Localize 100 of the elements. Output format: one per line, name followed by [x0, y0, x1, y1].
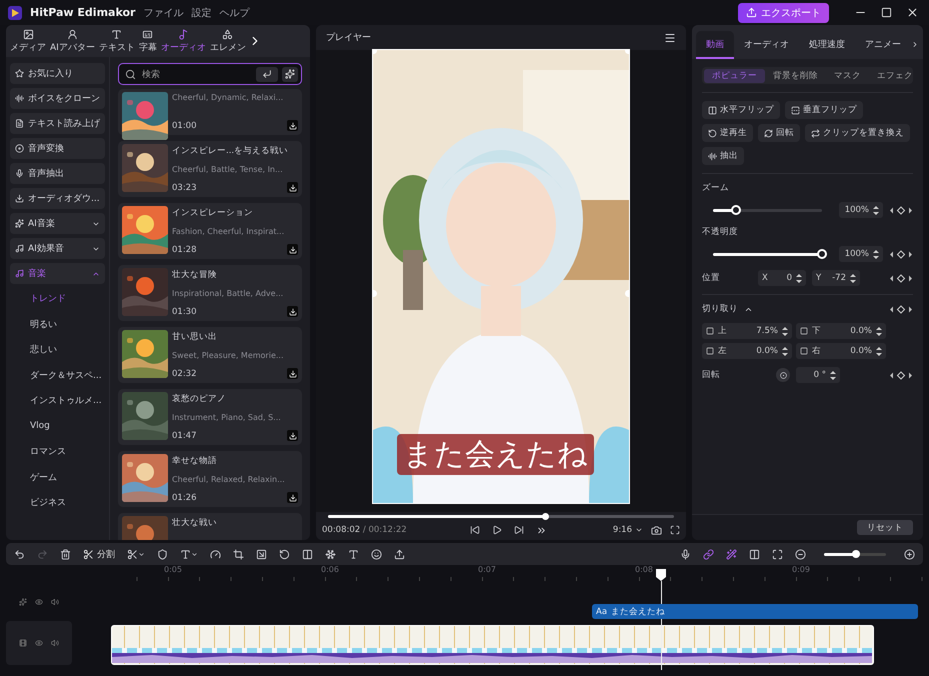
- category-item[interactable]: AI音楽: [10, 213, 105, 234]
- eye-icon[interactable]: [35, 639, 43, 647]
- music-card[interactable]: インスピレー...を与える戦い Cheerful, Battle, Tense, In... 03:23: [118, 141, 302, 197]
- previous-frame-icon[interactable]: [470, 525, 480, 535]
- y-field[interactable]: Y -72: [812, 270, 860, 286]
- media-tab[interactable]: エレメン: [208, 26, 248, 56]
- keyframe-icon[interactable]: [889, 304, 913, 314]
- menu-item[interactable]: ファイル: [143, 6, 184, 20]
- text-icon[interactable]: [180, 548, 198, 560]
- zoom-out-icon[interactable]: [795, 548, 806, 560]
- inspector-tab[interactable]: オーディオ: [734, 31, 799, 59]
- subcategory-item[interactable]: Vlog: [10, 416, 105, 437]
- stepper-icon[interactable]: [782, 346, 788, 356]
- speaker-icon[interactable]: [51, 639, 59, 647]
- enter-button[interactable]: [256, 66, 278, 82]
- fast-forward-icon[interactable]: [536, 524, 547, 536]
- music-card[interactable]: 壮大な戦い: [118, 513, 302, 540]
- search-bar[interactable]: 検索: [118, 63, 302, 85]
- menu-icon[interactable]: [664, 32, 676, 44]
- playhead-marker[interactable]: [656, 569, 666, 581]
- music-card[interactable]: 哀愁のピアノ Instrument, Piano, Sad, S... 01:47: [118, 389, 302, 445]
- stepper-icon[interactable]: [796, 272, 802, 284]
- speed-icon[interactable]: [210, 548, 221, 560]
- film-icon[interactable]: [19, 639, 27, 647]
- category-item[interactable]: 音声変換: [10, 138, 105, 159]
- action-button[interactable]: 回転: [758, 124, 800, 142]
- subcategory-item[interactable]: ダーク＆サスペ...: [10, 364, 105, 386]
- text-box-icon[interactable]: [348, 548, 359, 560]
- rotation-dial[interactable]: [776, 368, 790, 382]
- text-clip[interactable]: Aa また会えたね: [592, 604, 918, 619]
- subcategory-item[interactable]: インストゥルメ...: [10, 390, 105, 412]
- download-button[interactable]: [287, 368, 298, 379]
- reset-button[interactable]: リセット: [857, 520, 913, 535]
- action-button[interactable]: 抽出: [702, 147, 744, 165]
- export-frame-icon[interactable]: [394, 548, 405, 560]
- crop-field[interactable]: 左 0.0%: [702, 343, 792, 359]
- crop-field[interactable]: 上 7.5%: [702, 323, 792, 339]
- subcategory-item[interactable]: ビジネス: [10, 492, 105, 514]
- media-tab[interactable]: オーディオ: [158, 26, 208, 56]
- keyframe-icon[interactable]: [889, 274, 913, 282]
- face-icon[interactable]: [371, 548, 382, 560]
- subcategory-item[interactable]: 明るい: [10, 314, 105, 335]
- x-field[interactable]: X 0: [758, 270, 806, 286]
- zoom-in-icon[interactable]: [904, 548, 915, 560]
- media-tab[interactable]: AIアバター: [48, 26, 97, 56]
- category-item[interactable]: 音声抽出: [10, 163, 105, 184]
- search-field[interactable]: 検索: [140, 68, 252, 80]
- music-card[interactable]: 壮大な冒険 Inspirational, Battle, Adve... 01:30: [118, 265, 302, 321]
- value-field[interactable]: 100%: [839, 202, 883, 218]
- menu-item[interactable]: 設定: [191, 6, 212, 20]
- subtab[interactable]: 背景を削除: [765, 68, 826, 82]
- speaker-icon[interactable]: [51, 598, 59, 606]
- action-button[interactable]: 水平フリップ: [702, 101, 780, 119]
- action-button[interactable]: 逆再生: [702, 124, 753, 142]
- fit-icon[interactable]: [772, 548, 783, 560]
- subtab[interactable]: エフェク: [869, 68, 921, 82]
- menu-item[interactable]: ヘルプ: [219, 6, 250, 20]
- keyframe-icon[interactable]: [889, 250, 913, 258]
- rotation-field[interactable]: 0 °: [796, 367, 840, 383]
- ai-sparkle-button[interactable]: [282, 66, 298, 82]
- next-frame-icon[interactable]: [514, 525, 524, 535]
- slider-thumb[interactable]: [730, 205, 741, 215]
- crop-field[interactable]: 下 0.0%: [796, 323, 886, 339]
- stepper-icon[interactable]: [873, 204, 879, 216]
- camera-icon[interactable]: [651, 524, 662, 536]
- shield-icon[interactable]: [157, 548, 168, 560]
- delete-icon[interactable]: [60, 548, 71, 560]
- inspector-tab[interactable]: 処理速度: [799, 31, 855, 59]
- download-button[interactable]: [287, 182, 298, 193]
- action-button[interactable]: 垂直フリップ: [785, 101, 863, 119]
- stepper-icon[interactable]: [876, 326, 882, 336]
- effects-icon[interactable]: [19, 598, 27, 606]
- value-field[interactable]: 100%: [839, 246, 883, 262]
- keyframe-icon[interactable]: [889, 206, 913, 214]
- category-item[interactable]: AI効果音: [10, 238, 105, 259]
- freeze-icon[interactable]: [325, 548, 336, 560]
- reverse-icon[interactable]: [279, 548, 290, 560]
- split-button[interactable]: 分割: [83, 548, 115, 560]
- subtab[interactable]: マスク: [826, 68, 869, 82]
- stepper-icon[interactable]: [873, 248, 879, 260]
- category-item[interactable]: 音楽: [10, 263, 105, 284]
- crop-field[interactable]: 右 0.0%: [796, 343, 886, 359]
- split-view-icon[interactable]: [749, 548, 760, 560]
- music-card[interactable]: 甘い思い出 Sweet, Pleasure, Memorie... 02:32: [118, 327, 302, 383]
- download-button[interactable]: [287, 120, 298, 131]
- stepper-icon[interactable]: [876, 346, 882, 356]
- download-button[interactable]: [287, 244, 298, 255]
- subcategory-item[interactable]: トレンド: [10, 288, 105, 310]
- music-card[interactable]: 幸せな物語 Cheerful, Relaxed, Relaxin... 01:26: [118, 451, 302, 507]
- undo-icon[interactable]: [14, 548, 25, 560]
- category-item[interactable]: ボイスをクローン: [10, 88, 105, 109]
- aspect-ratio-dropdown[interactable]: 9:16: [612, 525, 643, 535]
- link-icon[interactable]: [703, 548, 714, 560]
- fullscreen-icon[interactable]: [670, 525, 680, 535]
- download-button[interactable]: [287, 492, 298, 503]
- music-card[interactable]: インスピレーション Fashion, Cheerful, Inspirat... 01:28: [118, 203, 302, 259]
- ai-cut-icon[interactable]: [127, 548, 145, 560]
- download-button[interactable]: [287, 306, 298, 317]
- zoom-thumb[interactable]: [852, 550, 860, 558]
- inspector-tab[interactable]: 動画: [696, 31, 734, 59]
